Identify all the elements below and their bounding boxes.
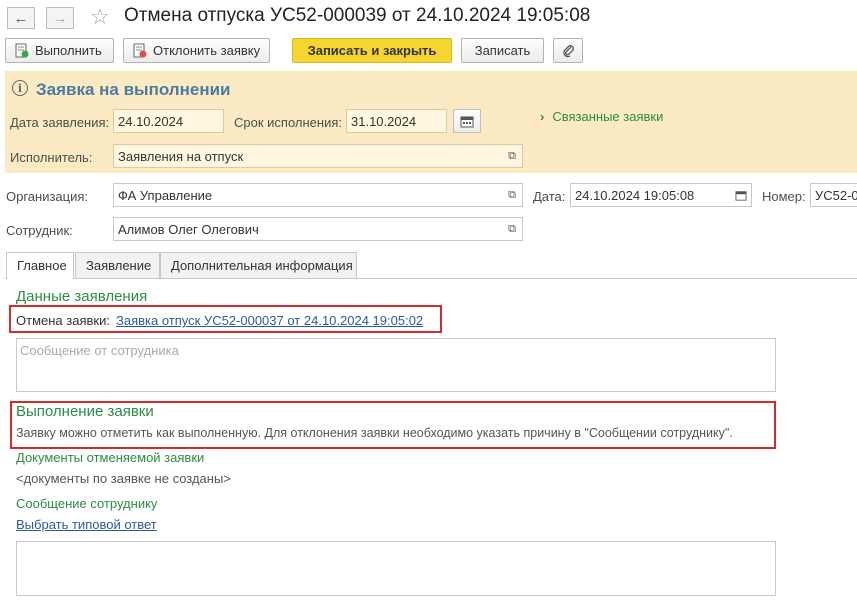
arrow-right-icon: → — [52, 9, 68, 27]
save-and-close-button[interactable]: Записать и закрыть — [292, 38, 452, 63]
tab-main[interactable]: Главное — [6, 252, 74, 279]
star-icon[interactable]: ☆ — [90, 4, 110, 30]
deadline-field: 31.10.2024 — [346, 109, 447, 133]
open-organization-icon[interactable]: ⧉ — [502, 185, 522, 205]
section-title-documents: Документы отменяемой заявки — [16, 450, 205, 465]
save-and-close-label: Записать и закрыть — [307, 43, 437, 58]
executor-field: Заявления на отпуск — [113, 144, 523, 168]
tab-additional-info[interactable]: Дополнительная информация — [160, 252, 357, 278]
reject-label: Отклонить заявку — [153, 43, 261, 58]
related-requests-label: Связанные заявки — [552, 109, 664, 124]
documents-empty-text: <документы по заявке не созданы> — [16, 471, 231, 486]
section-title-application-data: Данные заявления — [16, 288, 148, 305]
number-label: Номер: — [762, 189, 806, 204]
date-field[interactable]: 24.10.2024 19:05:08 — [570, 183, 752, 207]
arrow-left-icon: ← — [13, 9, 29, 27]
status-title: Заявка на выполнении — [36, 80, 231, 99]
paperclip-icon — [562, 45, 574, 58]
number-field[interactable]: УС52-0 — [810, 183, 857, 207]
execute-button[interactable]: Выполнить — [5, 38, 114, 63]
related-requests-toggle[interactable]: › Связанные заявки — [540, 109, 663, 124]
deadline-calendar-button[interactable] — [453, 109, 481, 133]
info-icon: i — [12, 80, 28, 96]
deadline-label: Срок исполнения: — [234, 115, 342, 130]
calendar-icon — [460, 116, 474, 127]
organization-field[interactable]: ФА Управление — [113, 183, 523, 207]
section-title-reply: Сообщение сотруднику — [16, 496, 158, 511]
date-label: Дата: — [533, 189, 566, 204]
open-employee-icon[interactable]: ⧉ — [502, 219, 522, 239]
executor-label: Исполнитель: — [10, 150, 93, 165]
choose-template-reply-link[interactable]: Выбрать типовой ответ — [16, 517, 157, 532]
reject-button[interactable]: Отклонить заявку — [123, 38, 270, 63]
forward-button[interactable]: → — [46, 7, 74, 29]
save-label: Записать — [474, 43, 531, 58]
highlight-box-cancel — [9, 305, 442, 333]
application-date-label: Дата заявления: — [10, 115, 110, 130]
document-reject-icon — [133, 43, 147, 58]
document-check-icon — [15, 43, 29, 58]
tab-divider — [5, 278, 857, 279]
attach-button[interactable] — [553, 38, 583, 63]
back-button[interactable]: ← — [7, 7, 35, 29]
save-button[interactable]: Записать — [461, 38, 544, 63]
execute-label: Выполнить — [35, 43, 102, 58]
organization-label: Организация: — [6, 189, 89, 204]
employee-field[interactable]: Алимов Олег Олегович — [113, 217, 523, 241]
chevron-right-icon: › — [540, 109, 545, 124]
application-date-field: 24.10.2024 — [113, 109, 224, 133]
highlight-box-execution — [10, 401, 776, 449]
employee-label: Сотрудник: — [6, 223, 73, 238]
reply-message-field[interactable] — [16, 541, 776, 596]
open-executor-icon[interactable]: ⧉ — [502, 146, 522, 166]
tab-application[interactable]: Заявление — [75, 252, 160, 278]
calendar-icon[interactable] — [731, 185, 751, 205]
employee-message-placeholder: Сообщение от сотрудника — [20, 343, 179, 358]
window-title: Отмена отпуска УС52-000039 от 24.10.2024… — [124, 5, 591, 26]
